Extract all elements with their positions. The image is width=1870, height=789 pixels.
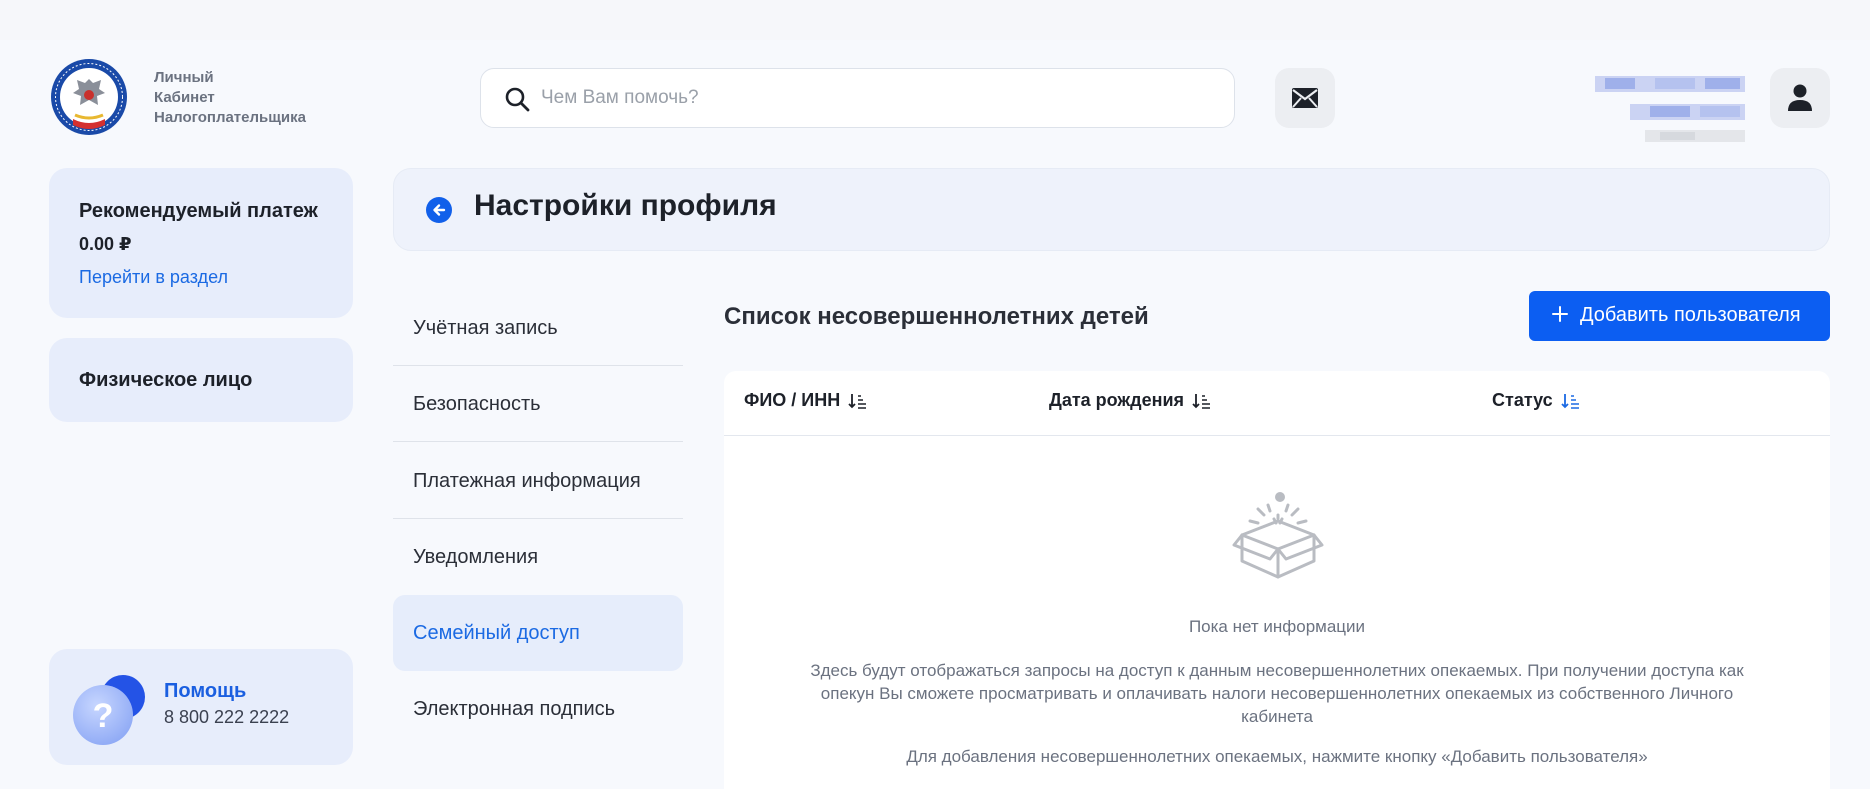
recommended-payment-card: Рекомендуемый платеж 0.00 ₽ Перейти в ра… [49, 168, 353, 318]
plus-icon [1552, 306, 1568, 322]
go-to-section-link[interactable]: Перейти в раздел [79, 267, 228, 288]
empty-state-title: Пока нет информации [1188, 617, 1366, 636]
search-icon [505, 87, 530, 112]
brand-title: Личный Кабинет Налогоплательщика [154, 68, 306, 128]
column-header-label: Дата рождения [1049, 390, 1185, 410]
menu-item-security[interactable]: Безопасность [393, 366, 683, 442]
profile-button[interactable] [1770, 68, 1830, 128]
menu-item-e-signature[interactable]: Электронная подпись [393, 671, 683, 747]
empty-state-description: Здесь будут отображаться запросы на дост… [810, 661, 1744, 726]
column-header-name[interactable]: ФИО / ИНН [744, 390, 868, 411]
column-header-birthdate[interactable]: Дата рождения [1049, 390, 1212, 411]
payment-amount: 0.00 ₽ [79, 234, 132, 254]
sort-icon[interactable] [848, 393, 868, 410]
brand-line: Личный [154, 69, 214, 86]
menu-item-payment-info[interactable]: Платежная информация [393, 443, 683, 519]
column-header-status[interactable]: Статус [1492, 390, 1581, 411]
individual-title: Физическое лицо [79, 369, 253, 391]
payment-title: Рекомендуемый платеж [79, 200, 318, 222]
envelope-icon [1292, 88, 1318, 108]
help-title: Помощь [164, 680, 247, 702]
empty-box-icon [1232, 492, 1324, 579]
search-input[interactable] [541, 79, 1201, 117]
sort-icon[interactable] [1192, 393, 1212, 410]
profile-header: Настройки профиля [393, 168, 1830, 251]
help-question-icon: ? [73, 675, 145, 745]
menu-item-family-access[interactable]: Семейный доступ [393, 595, 683, 671]
sort-icon-active[interactable] [1561, 393, 1581, 410]
back-button[interactable] [426, 197, 452, 223]
mail-button[interactable] [1275, 68, 1335, 128]
page-title: Настройки профиля [474, 189, 777, 222]
arrow-left-icon [433, 204, 446, 216]
add-user-label: Добавить пользователя [1580, 304, 1801, 326]
empty-state-hint: Для добавления несовершеннолетних опекае… [906, 747, 1648, 766]
help-phone: 8 800 222 2222 [164, 707, 290, 727]
svg-text:?: ? [93, 697, 114, 735]
menu-item-account[interactable]: Учётная запись [393, 290, 683, 366]
top-band [0, 0, 1870, 40]
individual-card[interactable]: Физическое лицо [49, 338, 353, 422]
children-table: ФИО / ИНН Дата рождения Статус Пока нет … [724, 371, 1830, 789]
help-card[interactable]: ? Помощь 8 800 222 2222 [49, 649, 353, 765]
column-header-label: Статус [1492, 390, 1553, 410]
menu-item-notifications[interactable]: Уведомления [393, 519, 683, 595]
table-header-divider [724, 435, 1830, 436]
user-icon [1788, 84, 1812, 111]
brand-line: Кабинет [154, 89, 215, 106]
add-user-button[interactable]: Добавить пользователя [1529, 291, 1830, 341]
section-title: Список несовершеннолетних детей [724, 303, 1149, 330]
fns-emblem-logo[interactable] [49, 57, 129, 137]
search-box[interactable] [480, 68, 1235, 128]
brand-line: Налогоплательщика [154, 109, 306, 126]
column-header-label: ФИО / ИНН [744, 390, 841, 410]
user-name-blurred[interactable] [1595, 72, 1750, 144]
